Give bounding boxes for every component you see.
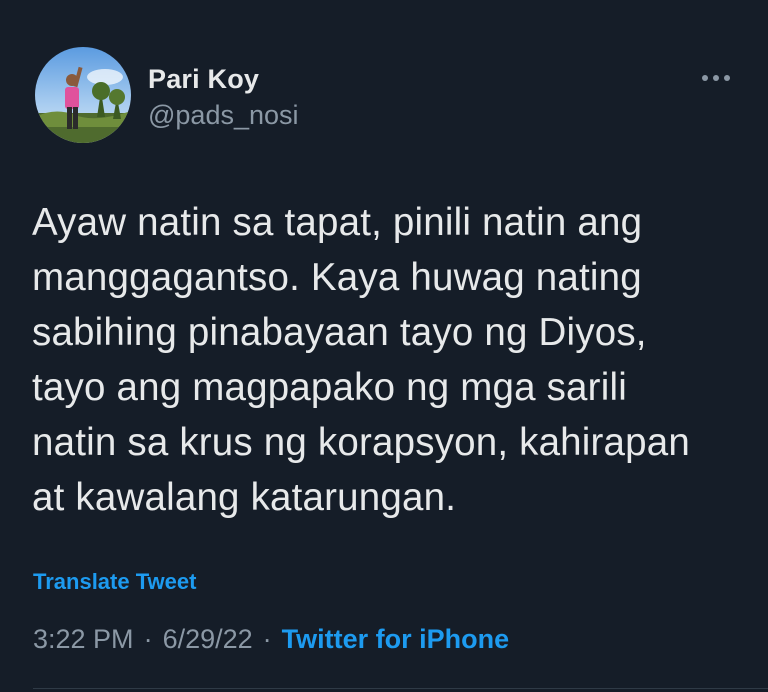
profile-photo-icon (35, 47, 131, 143)
tweet-time[interactable]: 3:22 PM (33, 624, 134, 655)
divider (33, 688, 768, 689)
tweet-metadata: 3:22 PM · 6/29/22 · Twitter for iPhone (33, 624, 509, 655)
author-handle[interactable]: @pads_nosi (148, 100, 299, 131)
more-options-button[interactable] (696, 64, 736, 92)
tweet-text: Ayaw natin sa tapat, pinili natin ang ma… (32, 201, 691, 519)
tweet-source-link[interactable]: Twitter for iPhone (282, 624, 510, 655)
separator: · (262, 624, 272, 654)
author-display-name[interactable]: Pari Koy (148, 64, 259, 95)
tweet-date[interactable]: 6/29/22 (163, 624, 253, 655)
more-horizontal-icon (702, 75, 730, 81)
avatar[interactable] (35, 47, 131, 143)
separator: · (143, 624, 153, 654)
translate-tweet-link[interactable]: Translate Tweet (33, 569, 196, 595)
